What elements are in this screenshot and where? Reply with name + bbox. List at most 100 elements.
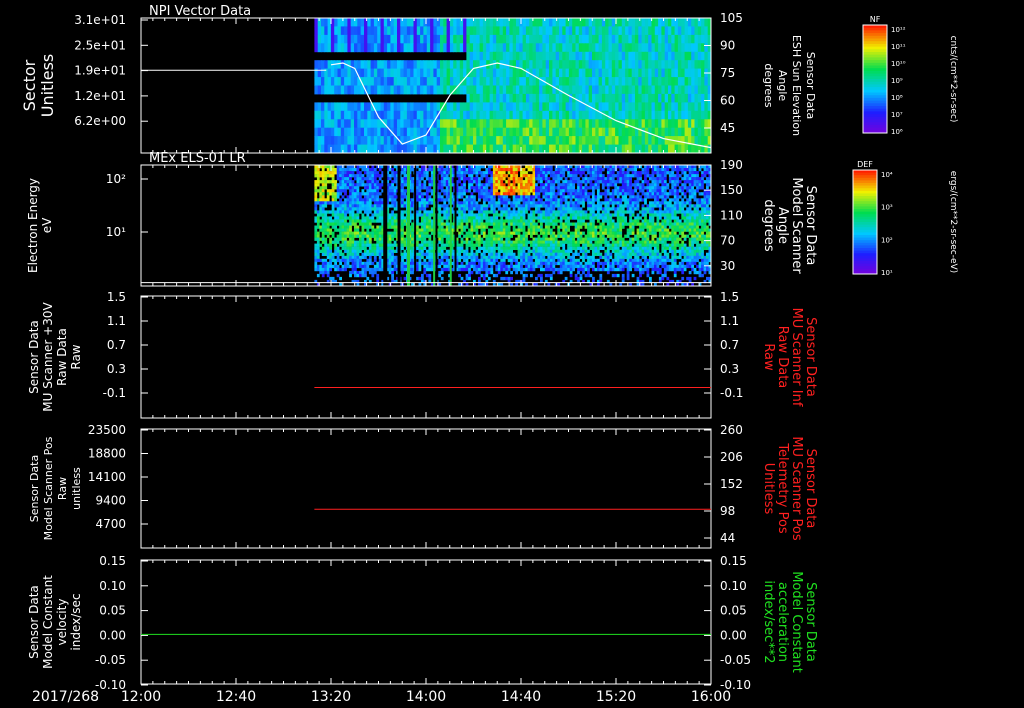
heatmap-cell (321, 228, 325, 232)
heatmap-cell (443, 228, 447, 232)
heatmap-cell (557, 171, 561, 175)
heatmap-cell (346, 216, 350, 220)
heatmap-cell (466, 51, 471, 61)
heatmap-cell (654, 192, 657, 196)
heatmap-cell (416, 26, 421, 36)
heatmap-cell (314, 127, 319, 137)
heatmap-cell (458, 186, 461, 190)
heatmap-cell (701, 201, 704, 205)
heatmap-cell (555, 60, 560, 70)
heatmap-cell (574, 180, 578, 184)
heatmap-cell (486, 51, 490, 61)
heatmap-cell (654, 85, 659, 95)
heatmap-cell (624, 186, 627, 190)
heatmap-cell (698, 210, 702, 214)
heatmap-cell (492, 119, 497, 129)
heatmap-cell (641, 189, 645, 193)
heatmap-cell (459, 119, 464, 129)
heatmap-cell (676, 210, 680, 214)
heatmap-cell (532, 192, 536, 196)
heatmap-cell (677, 77, 682, 86)
heatmap-cell (349, 210, 352, 214)
heatmap-cell (360, 34, 365, 44)
heatmap-cell (502, 225, 506, 229)
heatmap-cell (449, 77, 454, 86)
heatmap-cell (635, 93, 639, 103)
heatmap-cell (423, 204, 427, 208)
heatmap-cell (621, 43, 626, 53)
heatmap-cell (552, 93, 557, 103)
heatmap-cell (388, 198, 392, 202)
heatmap-cell (380, 102, 385, 112)
heatmap-cell (572, 110, 576, 120)
heatmap-cell (542, 168, 546, 172)
heatmap-cell (641, 144, 646, 154)
heatmap-cell (663, 228, 667, 232)
heatmap-cell (423, 77, 428, 86)
heatmap-cell (357, 127, 362, 137)
heatmap-cell (614, 183, 618, 187)
heatmap-cell (595, 51, 600, 61)
heatmap-cell (631, 219, 635, 223)
heatmap-cell (579, 201, 583, 205)
heatmap-cell (460, 222, 464, 226)
heatmap-cell (616, 225, 620, 229)
heatmap-cell (492, 213, 496, 217)
heatmap-cell (446, 136, 451, 145)
heatmap-cell (423, 231, 427, 235)
heatmap-cell (592, 225, 595, 229)
heatmap-cell (585, 51, 590, 61)
heatmap-cell (674, 102, 679, 112)
heatmap-cell (552, 174, 556, 178)
heatmap-cell (621, 26, 626, 36)
heatmap-cell (559, 198, 563, 202)
heatmap-cell (361, 231, 365, 235)
heatmap-cell (505, 195, 509, 199)
heatmap-cell (537, 186, 541, 190)
heatmap-cell (466, 93, 471, 103)
heatmap-cell (567, 228, 570, 232)
heatmap-cell (663, 204, 667, 208)
heatmap-cell (416, 195, 419, 199)
heatmap-cell (584, 174, 588, 178)
heatmap-cell (681, 183, 685, 187)
heatmap-cell (606, 183, 610, 187)
heatmap-cell (361, 228, 365, 232)
heatmap-cell (611, 102, 616, 112)
heatmap-cell (616, 207, 620, 211)
heatmap-cell (567, 210, 570, 214)
heatmap-cell (433, 18, 438, 27)
heatmap-cell (473, 219, 476, 223)
heatmap-cell (438, 222, 442, 226)
heatmap-cell (681, 222, 685, 226)
heatmap-cell (403, 171, 407, 175)
heatmap-cell (492, 144, 497, 154)
heatmap-cell (671, 228, 675, 232)
heatmap-cell (587, 180, 590, 184)
heatmap-cell (423, 192, 427, 196)
heatmap-cell (540, 210, 543, 214)
heatmap-cell (354, 201, 357, 205)
heatmap-cell (619, 219, 623, 223)
heatmap-cell (497, 168, 501, 172)
heatmap-cell (601, 43, 606, 53)
heatmap-cell (393, 34, 398, 44)
heatmap-cell (609, 207, 613, 211)
heatmap-cell (615, 43, 619, 53)
heatmap-cell (458, 210, 461, 214)
heatmap-cell (684, 68, 689, 78)
heatmap-cell (574, 216, 578, 220)
heatmap-cell (383, 43, 388, 53)
heatmap-cell (658, 186, 662, 190)
heatmap-cell (459, 43, 464, 53)
heatmap-cell (532, 189, 536, 193)
heatmap-cell (567, 201, 570, 205)
heatmap-cell (532, 26, 537, 36)
heatmap-cell (639, 198, 642, 202)
heatmap-cell (547, 216, 551, 220)
heatmap-cell (697, 18, 702, 27)
heatmap-cell (547, 201, 551, 205)
heatmap-cell (577, 228, 580, 232)
heatmap-cell (463, 186, 466, 190)
heatmap-cell (641, 93, 646, 103)
